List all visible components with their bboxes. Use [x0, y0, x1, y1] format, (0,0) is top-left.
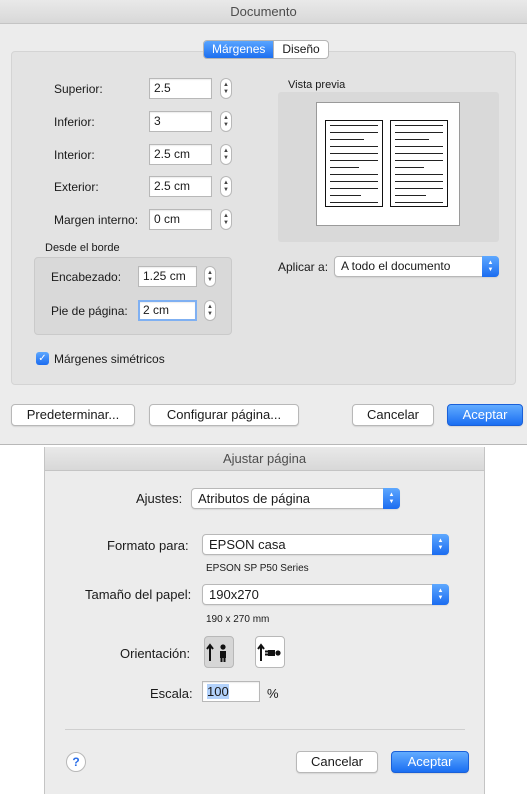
interior-field[interactable]: 2.5 cm: [149, 144, 212, 165]
margen-interno-stepper[interactable]: ▲ ▼: [220, 209, 232, 230]
interior-stepper[interactable]: ▲ ▼: [220, 144, 232, 165]
apply-to-select[interactable]: A todo el documento ▲ ▼: [334, 256, 499, 277]
ok-button[interactable]: Aceptar: [391, 751, 469, 773]
settings-value: Atributos de página: [198, 491, 311, 506]
superior-label: Superior:: [54, 82, 103, 96]
cancel-button[interactable]: Cancelar: [352, 404, 434, 426]
scale-input[interactable]: 100: [202, 681, 260, 702]
dialog-title: Documento: [0, 0, 527, 24]
encabezado-label: Encabezado:: [51, 270, 122, 284]
divider: [65, 729, 465, 730]
format-value: EPSON casa: [209, 537, 286, 552]
tab-bar: Márgenes Diseño: [203, 40, 329, 59]
paper-size-detail: 190 x 270 mm: [206, 614, 270, 625]
from-edge-box: [34, 257, 232, 335]
preview-left-page: [325, 120, 383, 207]
margen-interno-field[interactable]: 0 cm: [149, 209, 212, 230]
inferior-stepper[interactable]: ▲ ▼: [220, 111, 232, 132]
paper-size-value: 190x270: [209, 587, 259, 602]
orientation-label: Orientación:: [120, 646, 191, 661]
format-label: Formato para:: [107, 538, 189, 553]
settings-label: Ajustes:: [136, 491, 183, 506]
interior-label: Interior:: [54, 148, 95, 162]
portrait-person-icon: [206, 643, 226, 662]
dialog-title: Ajustar página: [45, 447, 484, 471]
apply-to-label: Aplicar a:: [278, 260, 329, 274]
exterior-stepper[interactable]: ▲ ▼: [220, 176, 232, 197]
superior-stepper[interactable]: ▲ ▼: [220, 78, 232, 99]
documento-dialog: Documento Márgenes Diseño Superior: 2.5 …: [0, 0, 527, 445]
format-select[interactable]: EPSON casa ▲ ▼: [202, 534, 449, 555]
orientation-landscape-button[interactable]: [255, 636, 285, 668]
chevron-updown-icon: ▲ ▼: [432, 584, 449, 605]
scale-unit: %: [267, 686, 279, 701]
help-button[interactable]: ?: [66, 752, 86, 772]
cancel-button[interactable]: Cancelar: [296, 751, 378, 773]
page-setup-button[interactable]: Configurar página...: [149, 404, 299, 426]
tab-diseno[interactable]: Diseño: [273, 41, 327, 58]
inferior-label: Inferior:: [54, 115, 95, 129]
inferior-field[interactable]: 3: [149, 111, 212, 132]
chevron-updown-icon: ▲ ▼: [432, 534, 449, 555]
preview-page: [316, 102, 460, 226]
superior-field[interactable]: 2.5: [149, 78, 212, 99]
settings-select[interactable]: Atributos de página ▲ ▼: [191, 488, 400, 509]
defaults-button[interactable]: Predeterminar...: [11, 404, 135, 426]
preview-label: Vista previa: [288, 79, 346, 91]
encabezado-field[interactable]: 1.25 cm: [138, 266, 197, 287]
exterior-label: Exterior:: [54, 180, 99, 194]
landscape-person-icon: [257, 643, 281, 661]
from-edge-title: Desde el borde: [45, 242, 120, 254]
scale-label: Escala:: [150, 686, 193, 701]
chevron-updown-icon: ▲ ▼: [383, 488, 400, 509]
tab-margenes[interactable]: Márgenes: [204, 41, 274, 58]
mirror-margins-checkbox[interactable]: ✓: [36, 352, 49, 365]
mirror-margins-label: Márgenes simétricos: [54, 352, 165, 366]
preview-right-page: [390, 120, 448, 207]
pie-pagina-stepper[interactable]: ▲ ▼: [204, 300, 216, 321]
margen-interno-label: Margen interno:: [54, 213, 139, 227]
pie-pagina-field[interactable]: 2 cm: [138, 300, 197, 321]
encabezado-stepper[interactable]: ▲ ▼: [204, 266, 216, 287]
ajustar-pagina-dialog: Ajustar página Ajustes: Atributos de pág…: [44, 447, 485, 794]
ok-button[interactable]: Aceptar: [447, 404, 523, 426]
paper-size-label: Tamaño del papel:: [85, 587, 192, 602]
pie-pagina-label: Pie de página:: [51, 304, 128, 318]
exterior-field[interactable]: 2.5 cm: [149, 176, 212, 197]
paper-size-select[interactable]: 190x270 ▲ ▼: [202, 584, 449, 605]
chevron-updown-icon: ▲ ▼: [482, 256, 499, 277]
orientation-portrait-button[interactable]: [204, 636, 234, 668]
format-detail: EPSON SP P50 Series: [206, 563, 309, 574]
apply-to-value: A todo el documento: [341, 259, 451, 273]
scale-value: 100: [207, 684, 229, 699]
